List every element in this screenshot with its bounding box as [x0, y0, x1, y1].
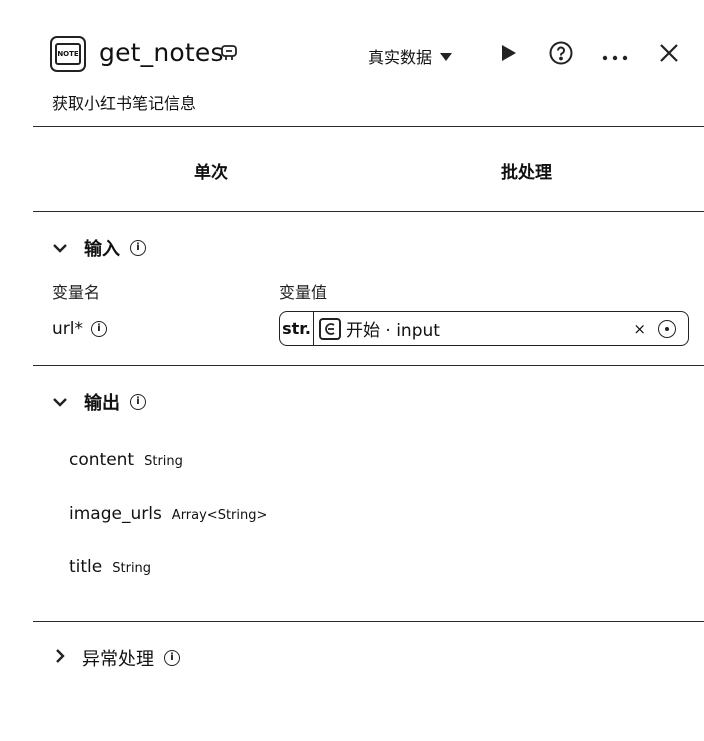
divider [33, 621, 704, 622]
tab-batch[interactable]: 批处理 [501, 158, 552, 183]
play-icon [501, 44, 517, 66]
help-button[interactable] [548, 41, 574, 69]
chevron-down-icon [52, 392, 68, 413]
output-field-type: Array<String> [171, 508, 268, 523]
output-field-name: image_urls [69, 504, 162, 524]
output-field-type: String [112, 561, 152, 576]
input-section-title: 输入 [84, 239, 120, 260]
data-mode-dropdown[interactable]: 真实数据 [368, 44, 453, 68]
variable-type-badge: str. [280, 312, 314, 345]
output-field: image_urls Array<String> [69, 504, 267, 524]
clear-icon[interactable]: × [633, 320, 646, 338]
help-icon [549, 41, 573, 69]
close-icon [659, 43, 679, 67]
output-field-type: String [144, 454, 183, 469]
info-icon[interactable]: i [130, 394, 146, 410]
app-icon-label: NOTE [57, 50, 79, 58]
output-field-name: title [69, 557, 103, 577]
divider [33, 365, 704, 366]
input-section-header[interactable]: 输入 i [52, 235, 146, 261]
caret-down-icon [440, 47, 453, 66]
exception-section-header[interactable]: 异常处理 i [54, 645, 180, 671]
variable-value-field[interactable]: str. 开始 · input × [279, 311, 689, 346]
info-icon[interactable]: i [130, 240, 146, 256]
output-section-title: 输出 [84, 393, 120, 414]
variable-name: url* [52, 319, 83, 339]
output-field: content String [69, 450, 183, 470]
chevron-right-icon [54, 648, 66, 669]
info-icon[interactable]: i [164, 650, 180, 666]
info-icon[interactable]: i [91, 321, 107, 337]
tab-single[interactable]: 单次 [194, 158, 228, 183]
output-field: title String [69, 557, 151, 577]
chevron-down-icon [52, 238, 68, 259]
column-header-name: 变量名 [52, 283, 101, 302]
close-button[interactable] [656, 42, 682, 68]
variable-reference: 开始 · input [346, 321, 440, 341]
divider [33, 126, 704, 127]
more-button[interactable] [600, 42, 630, 68]
run-button[interactable] [496, 43, 522, 67]
data-mode-label: 真实数据 [368, 48, 433, 67]
output-field-name: content [69, 450, 135, 470]
target-icon[interactable] [658, 319, 676, 338]
column-header-value: 变量值 [279, 283, 328, 302]
variable-name-row: url* i [52, 319, 107, 339]
node-description: 获取小红书笔记信息 [52, 94, 197, 113]
node-title: get_notes [99, 38, 224, 67]
more-icon [602, 46, 628, 65]
start-node-icon [319, 317, 341, 340]
divider [33, 211, 704, 212]
edit-icon[interactable] [220, 44, 238, 62]
exception-section-title: 异常处理 [82, 649, 154, 670]
output-section-header[interactable]: 输出 i [52, 389, 146, 415]
node-app-icon: NOTE [50, 36, 86, 72]
